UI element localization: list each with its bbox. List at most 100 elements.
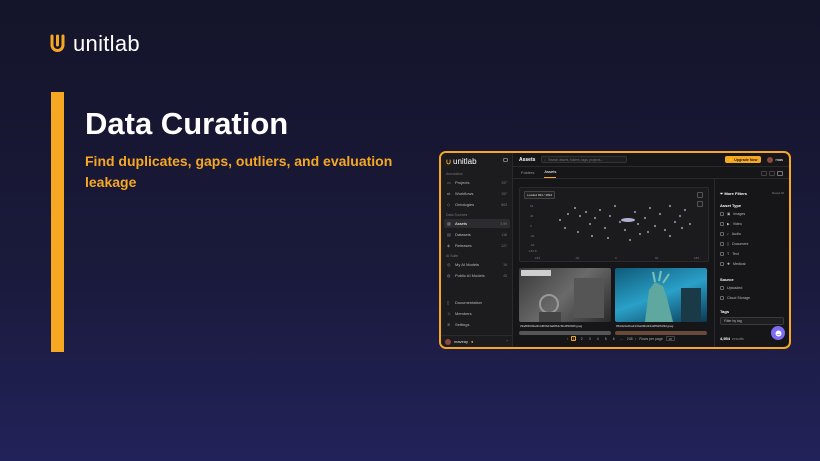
scatter-point[interactable] bbox=[603, 226, 607, 230]
list-view-icon[interactable] bbox=[761, 171, 767, 176]
scatter-point[interactable] bbox=[590, 234, 594, 238]
scatter-point[interactable] bbox=[598, 208, 602, 212]
checkbox[interactable] bbox=[720, 242, 724, 246]
scatter-point[interactable] bbox=[558, 218, 562, 222]
scatter-point[interactable] bbox=[668, 204, 672, 208]
checkbox[interactable] bbox=[720, 296, 724, 300]
page-button[interactable]: 5 bbox=[603, 336, 608, 341]
asset-thumbnail[interactable] bbox=[519, 331, 611, 335]
scatter-point[interactable] bbox=[646, 230, 650, 234]
filter-icon: ⏷ bbox=[720, 191, 724, 196]
sidebar-item-assets[interactable]: ▦ Assets 4,99 bbox=[444, 219, 510, 228]
scatter-point[interactable] bbox=[566, 212, 570, 216]
asset-thumbnail[interactable] bbox=[615, 268, 707, 322]
upgrade-button[interactable]: ⚡ Upgrade Now bbox=[724, 156, 762, 163]
sidebar-user[interactable]: maveay ● ⌃ bbox=[441, 335, 513, 347]
scatter-point[interactable] bbox=[636, 222, 640, 226]
filter-images[interactable]: ▣ Images bbox=[720, 212, 745, 216]
filter-text[interactable]: T Text bbox=[720, 252, 739, 256]
sidebar-item-projects[interactable]: ▭ Projects 197 bbox=[444, 178, 510, 187]
checkbox[interactable] bbox=[720, 262, 724, 266]
scatter-point[interactable] bbox=[678, 214, 682, 218]
sidebar-item-my-ai-models[interactable]: ◎ My AI Models 19 bbox=[444, 260, 510, 269]
scatter-point[interactable] bbox=[563, 226, 567, 230]
pan-hand-icon[interactable] bbox=[697, 192, 703, 198]
scatter-point[interactable] bbox=[673, 220, 677, 224]
grid-view-icon[interactable] bbox=[769, 171, 775, 176]
scatter-point[interactable] bbox=[688, 222, 692, 226]
embedding-scatter-plot[interactable]: Loaded 993 / 4994 92 46 0 -46 -92 -183.8… bbox=[519, 187, 709, 262]
scatter-point[interactable] bbox=[573, 206, 577, 210]
tag-filter-input[interactable]: Filter by tag bbox=[720, 317, 784, 325]
tab-assets[interactable]: Assets bbox=[544, 169, 557, 178]
sidebar-item-workflows[interactable]: ⇄ Workflows 157 bbox=[444, 189, 510, 198]
scatter-point[interactable] bbox=[584, 210, 588, 214]
checkbox[interactable] bbox=[720, 212, 724, 216]
scatter-point[interactable] bbox=[576, 230, 580, 234]
sidebar-logo[interactable]: unitlab bbox=[446, 157, 477, 166]
reset-filters-button[interactable]: Reset All bbox=[772, 191, 784, 195]
filter-medical[interactable]: ✚ Medical bbox=[720, 262, 745, 266]
sidebar-item-settings[interactable]: ✲ Settings bbox=[444, 320, 510, 329]
sidebar-item-ontologies[interactable]: ◇ Ontologies 863 bbox=[444, 200, 510, 209]
checkbox[interactable] bbox=[720, 222, 724, 226]
scatter-point[interactable] bbox=[578, 214, 582, 218]
scatter-point[interactable] bbox=[638, 232, 642, 236]
filter-video[interactable]: ▶ Video bbox=[720, 222, 742, 226]
topbar-user[interactable]: mas bbox=[767, 156, 783, 163]
sidebar-collapse-icon[interactable] bbox=[503, 158, 508, 162]
scatter-point[interactable] bbox=[648, 206, 652, 210]
asset-thumbnail[interactable] bbox=[519, 268, 611, 322]
chevron-left-icon[interactable]: ‹ bbox=[567, 337, 568, 341]
scatter-point[interactable] bbox=[593, 216, 597, 220]
compact-view-icon[interactable] bbox=[777, 171, 783, 176]
page-button[interactable]: 6 bbox=[611, 336, 616, 341]
scatter-point[interactable] bbox=[588, 222, 592, 226]
sidebar-item-public-ai-models[interactable]: ◍ Public AI Models 45 bbox=[444, 271, 510, 280]
filter-uploaded[interactable]: Uploaded bbox=[720, 286, 742, 290]
scatter-point[interactable] bbox=[683, 208, 687, 212]
filter-audio[interactable]: ♪ Audio bbox=[720, 232, 741, 236]
chevron-up-icon: ⌃ bbox=[505, 339, 509, 344]
chat-support-button[interactable] bbox=[771, 326, 785, 340]
checkbox[interactable] bbox=[720, 232, 724, 236]
y-tick: -92 bbox=[530, 243, 535, 247]
filter-cloud-storage[interactable]: Cloud Storage bbox=[720, 296, 750, 300]
page-button[interactable]: 3 bbox=[587, 336, 592, 341]
tab-folders[interactable]: Folders bbox=[521, 170, 534, 178]
rows-per-page-select[interactable]: 20 bbox=[665, 336, 675, 341]
page-button[interactable]: 2 bbox=[579, 336, 584, 341]
scatter-point[interactable] bbox=[623, 228, 627, 232]
page-button[interactable]: 1 bbox=[571, 336, 577, 341]
x-tick: 92 bbox=[655, 256, 659, 260]
page-button[interactable]: 248 bbox=[627, 336, 633, 341]
ontology-icon: ◇ bbox=[447, 202, 451, 207]
scatter-point[interactable] bbox=[643, 216, 647, 220]
search-input[interactable]: ⌕ Search assets, folders, tags, projects… bbox=[541, 156, 628, 163]
scatter-point[interactable] bbox=[608, 214, 612, 218]
scatter-point[interactable] bbox=[653, 224, 657, 228]
chevron-right-icon[interactable]: › bbox=[635, 337, 636, 341]
rows-per-page-label: Rows per page bbox=[639, 336, 663, 341]
scatter-point[interactable] bbox=[663, 228, 667, 232]
lasso-select-icon[interactable] bbox=[697, 201, 703, 207]
sidebar-item-releases[interactable]: ◈ Releases 127 bbox=[444, 241, 510, 250]
scatter-point[interactable] bbox=[613, 204, 617, 208]
scatter-point[interactable] bbox=[618, 220, 622, 224]
x-tick: -183 bbox=[534, 256, 540, 260]
scatter-point[interactable] bbox=[633, 210, 637, 214]
selection-cluster[interactable] bbox=[621, 218, 635, 222]
scatter-point[interactable] bbox=[658, 212, 662, 216]
scatter-point[interactable] bbox=[606, 236, 610, 240]
scatter-point[interactable] bbox=[668, 234, 672, 238]
sidebar-item-members[interactable]: ☺ Members bbox=[444, 309, 510, 318]
page-button[interactable]: 4 bbox=[595, 336, 600, 341]
checkbox[interactable] bbox=[720, 286, 724, 290]
scatter-point[interactable] bbox=[680, 226, 684, 230]
scatter-point[interactable] bbox=[628, 238, 632, 242]
asset-thumbnail[interactable] bbox=[615, 331, 707, 335]
sidebar-item-documentation[interactable]: ▯ Documentation bbox=[444, 298, 510, 307]
sidebar-item-datasets[interactable]: ▤ Datasets 116 bbox=[444, 230, 510, 239]
filter-document[interactable]: ▯ Document bbox=[720, 242, 748, 246]
checkbox[interactable] bbox=[720, 252, 724, 256]
